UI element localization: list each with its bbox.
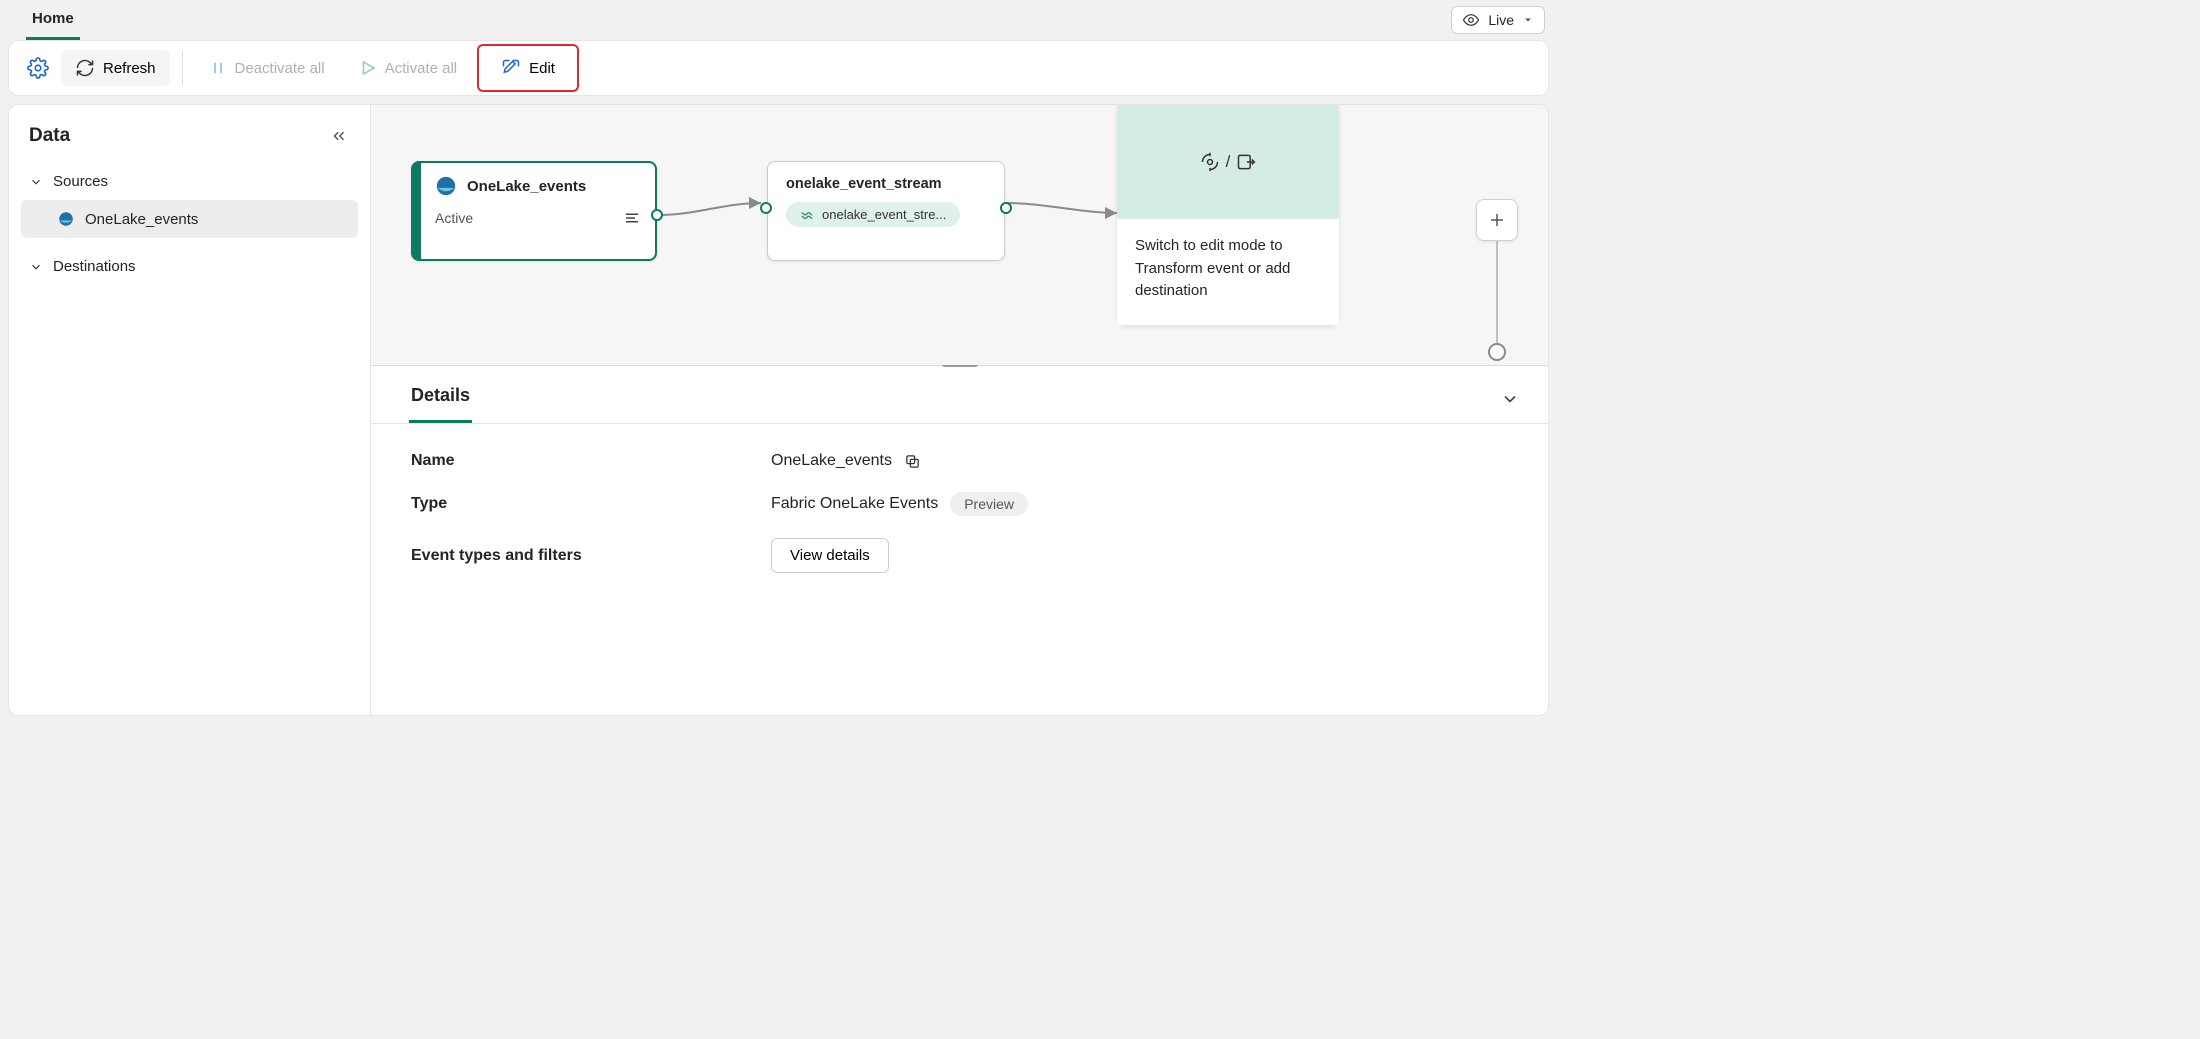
tree-group-sources-label: Sources bbox=[53, 173, 108, 190]
menu-icon[interactable] bbox=[623, 209, 641, 227]
toolbar-separator bbox=[182, 51, 183, 85]
copy-icon bbox=[904, 453, 921, 470]
data-sidebar: Data Sources OneLake_events Destinations bbox=[9, 105, 371, 715]
tree-group-destinations-label: Destinations bbox=[53, 258, 136, 275]
deactivate-label: Deactivate all bbox=[235, 60, 325, 77]
stream-icon bbox=[800, 208, 814, 222]
node-stream[interactable]: onelake_event_stream onelake_event_stre.… bbox=[767, 161, 1005, 261]
node-source-status: Active bbox=[435, 210, 473, 226]
node-source-title: OneLake_events bbox=[467, 178, 586, 195]
details-type-value: Fabric OneLake Events bbox=[771, 495, 938, 513]
tree-item-onelake-events[interactable]: OneLake_events bbox=[21, 200, 358, 238]
stream-pill[interactable]: onelake_event_stre... bbox=[786, 202, 960, 227]
mode-select-live[interactable]: Live bbox=[1451, 6, 1545, 34]
transform-icon bbox=[1200, 152, 1220, 172]
port-out[interactable] bbox=[651, 209, 663, 221]
refresh-button[interactable]: Refresh bbox=[61, 50, 170, 86]
activate-label: Activate all bbox=[385, 60, 458, 77]
pipeline-canvas[interactable]: OneLake_events Active onelake_event_stre… bbox=[371, 105, 1548, 365]
tree-group-sources[interactable]: Sources bbox=[21, 163, 358, 200]
connector-2 bbox=[1003, 197, 1123, 221]
deactivate-all-button[interactable]: Deactivate all bbox=[195, 51, 339, 85]
details-panel: Details Name OneLake_events bbox=[371, 365, 1548, 715]
view-details-button[interactable]: View details bbox=[771, 538, 889, 573]
collapse-details-button[interactable] bbox=[1500, 389, 1520, 409]
plus-icon bbox=[1488, 211, 1506, 229]
pause-icon bbox=[209, 59, 227, 77]
node-destination-placeholder[interactable]: / Switch to edit mode to Transform event… bbox=[1117, 105, 1339, 325]
edit-icon bbox=[501, 58, 521, 78]
add-knob[interactable] bbox=[1488, 343, 1506, 361]
edit-button[interactable]: Edit bbox=[477, 44, 579, 92]
node-stream-title: onelake_event_stream bbox=[786, 176, 986, 192]
node-destination-message: Switch to edit mode to Transform event o… bbox=[1117, 219, 1339, 325]
activate-all-button[interactable]: Activate all bbox=[345, 51, 472, 85]
connector-1 bbox=[655, 203, 769, 227]
refresh-label: Refresh bbox=[103, 60, 156, 77]
tab-home[interactable]: Home bbox=[26, 0, 80, 40]
refresh-icon bbox=[75, 58, 95, 78]
details-name-label: Name bbox=[411, 452, 771, 470]
port-in[interactable] bbox=[760, 202, 772, 214]
details-name-value: OneLake_events bbox=[771, 452, 892, 470]
stream-pill-label: onelake_event_stre... bbox=[822, 207, 946, 222]
gear-icon bbox=[27, 57, 49, 79]
tree-item-label: OneLake_events bbox=[85, 211, 198, 228]
tree-group-destinations[interactable]: Destinations bbox=[21, 248, 358, 285]
output-icon bbox=[1236, 152, 1256, 172]
sidebar-title: Data bbox=[29, 125, 70, 147]
details-tab[interactable]: Details bbox=[409, 375, 472, 423]
details-type-label: Type bbox=[411, 495, 771, 513]
chevron-down-icon bbox=[29, 260, 43, 274]
mode-select-label: Live bbox=[1488, 12, 1514, 28]
collapse-sidebar-button[interactable] bbox=[330, 127, 348, 145]
chevron-down-icon bbox=[29, 175, 43, 189]
caret-down-icon bbox=[1522, 14, 1534, 26]
copy-name-button[interactable] bbox=[904, 453, 921, 470]
chevrons-left-icon bbox=[330, 127, 348, 145]
port-out[interactable] bbox=[1000, 202, 1012, 214]
edit-label: Edit bbox=[529, 60, 555, 77]
node-source[interactable]: OneLake_events Active bbox=[411, 161, 657, 261]
eye-icon bbox=[1462, 11, 1480, 29]
preview-badge: Preview bbox=[950, 492, 1028, 516]
chevron-down-icon bbox=[1500, 389, 1520, 409]
onelake-icon bbox=[57, 210, 75, 228]
onelake-icon bbox=[435, 175, 457, 197]
slash-separator: / bbox=[1226, 152, 1231, 172]
details-filters-label: Event types and filters bbox=[411, 547, 771, 565]
toolbar: Refresh Deactivate all Activate all Edit bbox=[8, 40, 1549, 96]
add-line bbox=[1496, 241, 1498, 349]
add-node-button[interactable] bbox=[1476, 199, 1518, 241]
play-icon bbox=[359, 59, 377, 77]
settings-button[interactable] bbox=[21, 49, 55, 87]
